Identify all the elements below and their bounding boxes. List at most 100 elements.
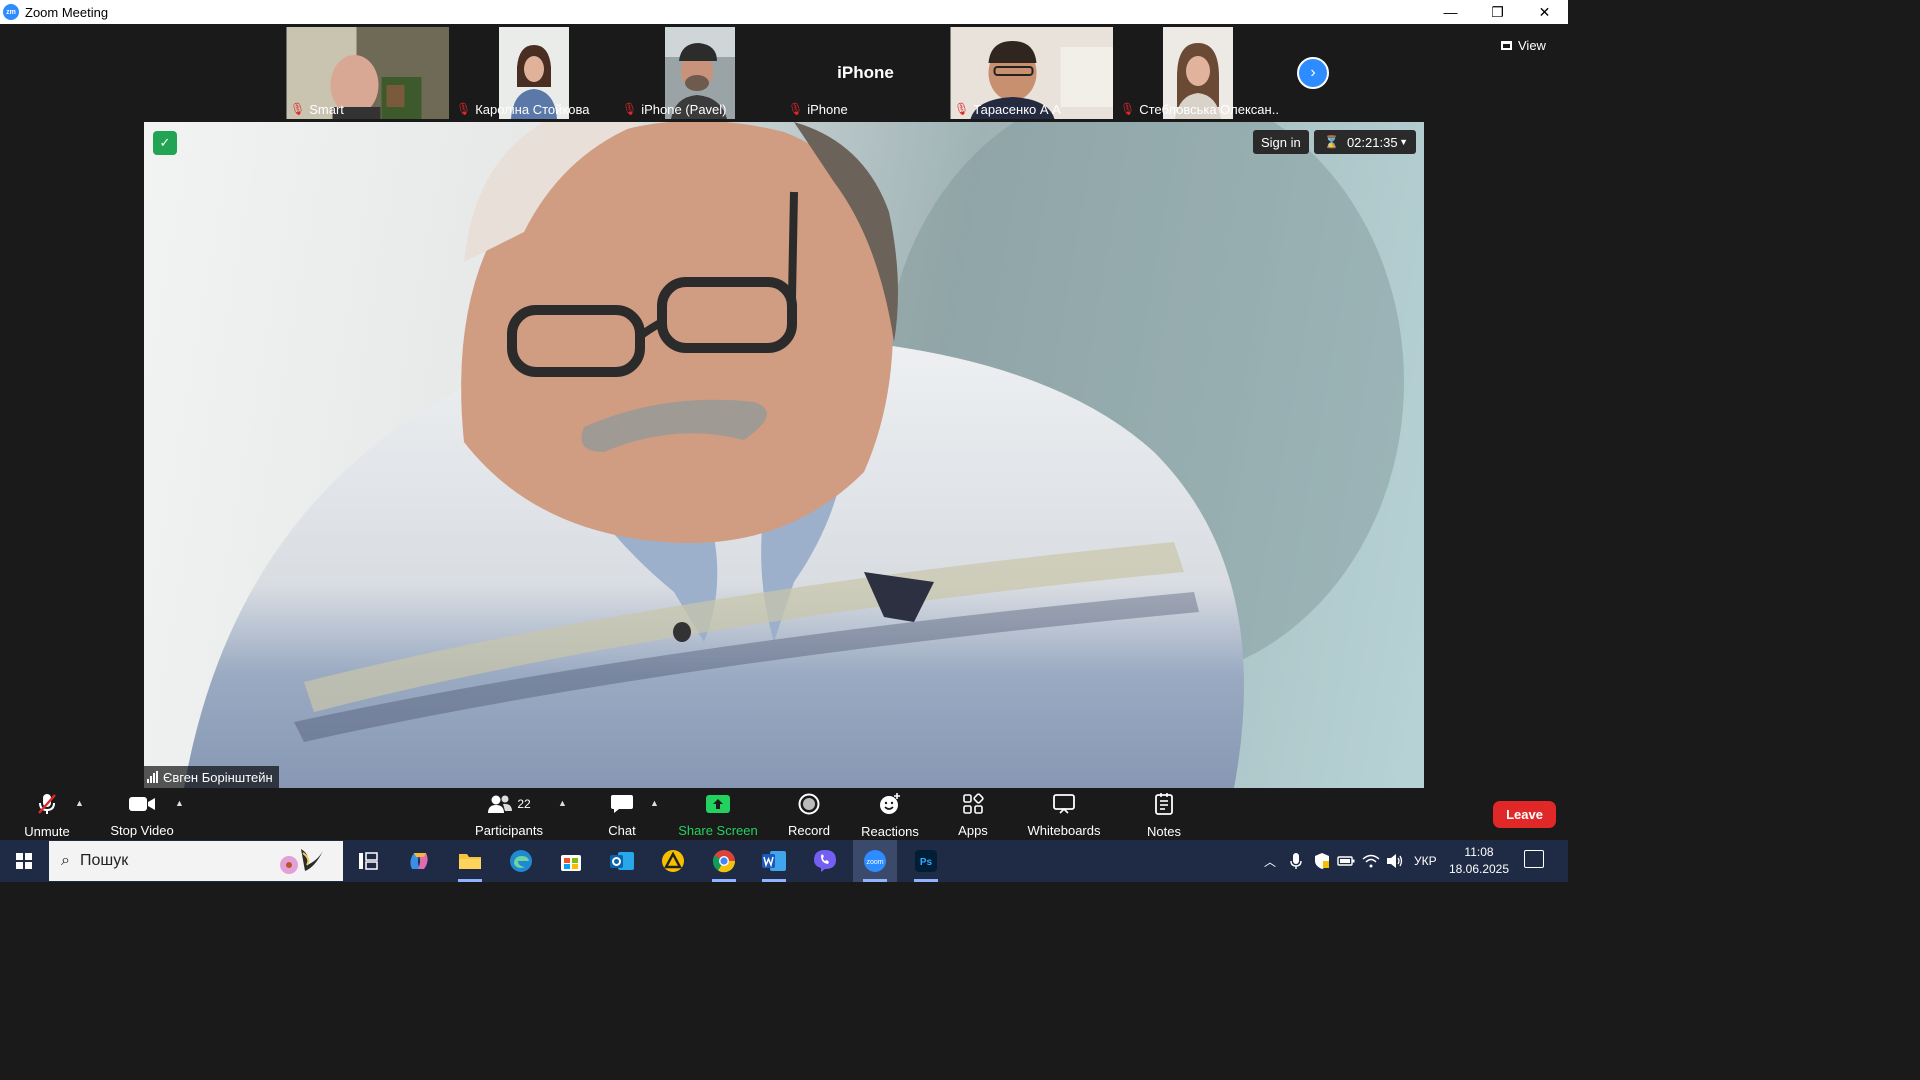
participant-tile[interactable]: 🎙 Тарасенко А А xyxy=(950,27,1113,119)
active-indicator xyxy=(712,879,736,882)
apps-button[interactable]: Apps xyxy=(954,792,992,838)
folder-icon xyxy=(459,854,481,869)
notification-center-icon[interactable] xyxy=(1524,850,1544,868)
copilot-button[interactable] xyxy=(397,840,441,882)
microsoft-store-button[interactable] xyxy=(549,840,593,882)
viber-button[interactable] xyxy=(803,840,847,882)
apps-label: Apps xyxy=(958,823,988,838)
window-controls: — ❐ ✕ xyxy=(1427,0,1568,24)
chevron-up-icon[interactable]: ▲ xyxy=(650,798,659,808)
participant-name-row: 🎙 iPhone (Pavel) xyxy=(618,99,727,119)
participants-button[interactable]: 22 Participants xyxy=(474,792,544,838)
edge-browser-icon xyxy=(510,850,532,872)
taskbar-search[interactable]: ⌕ Пошук xyxy=(49,841,343,881)
windows-taskbar: ⌕ Пошук zoom Ps ︿ УКР 11:08 18.06.2025 xyxy=(0,840,1568,882)
clock-time: 11:08 xyxy=(1464,845,1494,859)
share-screen-icon xyxy=(705,792,731,815)
whiteboards-button[interactable]: Whiteboards xyxy=(1026,792,1102,838)
participant-name-row: 🎙 Smart xyxy=(286,99,344,119)
chevron-up-icon[interactable]: ▲ xyxy=(75,798,84,808)
task-view-button[interactable] xyxy=(346,840,390,882)
show-hidden-icons-button[interactable]: ︿ xyxy=(1264,840,1276,882)
participant-tile[interactable]: 🎙 Стебловська Олексан... xyxy=(1116,27,1279,119)
close-button[interactable]: ✕ xyxy=(1521,0,1568,24)
notes-button[interactable]: Notes xyxy=(1144,792,1184,839)
leave-button[interactable]: Leave xyxy=(1493,801,1556,828)
title-bar: zm Zoom Meeting — ❐ ✕ xyxy=(0,0,1568,24)
view-button[interactable]: View xyxy=(1501,34,1546,56)
participant-tile[interactable]: 🎙 iPhone (Pavel) xyxy=(618,27,781,119)
participant-tile[interactable]: 🎙 Smart xyxy=(286,27,449,119)
share-screen-button[interactable]: Share Screen xyxy=(678,792,758,838)
file-explorer-button[interactable] xyxy=(448,840,492,882)
edge-button[interactable] xyxy=(499,840,543,882)
record-label: Record xyxy=(788,823,830,838)
start-button[interactable] xyxy=(0,840,48,882)
sign-in-button[interactable]: Sign in xyxy=(1253,130,1309,154)
stop-video-button[interactable]: Stop Video xyxy=(108,792,176,838)
active-indicator xyxy=(863,879,887,882)
store-icon xyxy=(561,855,581,871)
triangle-app-button[interactable] xyxy=(651,840,695,882)
minimize-button[interactable]: — xyxy=(1427,0,1474,24)
participant-name-row: 🎙 Стебловська Олексан... xyxy=(1116,99,1279,119)
stop-video-label: Stop Video xyxy=(110,823,174,838)
windows-logo-icon xyxy=(16,853,32,869)
participant-name: iPhone xyxy=(807,101,848,117)
chat-icon xyxy=(610,792,634,815)
participant-name: Тарасенко А А xyxy=(973,101,1061,117)
svg-text:zoom: zoom xyxy=(866,859,883,866)
chevron-right-icon[interactable]: › xyxy=(1297,57,1329,89)
clock-date: 18.06.2025 xyxy=(1448,862,1510,876)
chevron-up-icon: ︿ xyxy=(1264,854,1277,869)
word-icon xyxy=(762,851,786,871)
speaker-name: Євген Борінштейн xyxy=(163,769,273,785)
participant-name-row: 🎙 iPhone xyxy=(784,99,848,119)
unmute-button[interactable]: Unmute xyxy=(20,792,74,839)
zoom-taskbar-button[interactable]: zoom xyxy=(853,840,897,882)
taskbar-clock[interactable]: 11:08 18.06.2025 xyxy=(1448,844,1510,878)
signal-strength-icon xyxy=(147,771,158,783)
microphone-tray-icon[interactable] xyxy=(1290,840,1302,882)
triangle-app-icon xyxy=(662,850,684,872)
record-icon xyxy=(798,792,820,815)
participant-tile[interactable]: iPhone 🎙 iPhone xyxy=(784,27,947,119)
timer-value: 02:21:35 xyxy=(1346,134,1398,150)
outlook-icon xyxy=(610,852,634,870)
restore-button[interactable]: ❐ xyxy=(1474,0,1521,24)
photoshop-button[interactable]: Ps xyxy=(904,840,948,882)
security-shield-tray-icon[interactable] xyxy=(1313,840,1331,882)
shield-check-icon[interactable]: ✓ xyxy=(153,131,177,155)
mic-off-icon: 🎙 xyxy=(954,102,970,116)
record-button[interactable]: Record xyxy=(786,792,832,838)
apps-icon xyxy=(962,792,984,815)
speaker-volume-icon[interactable] xyxy=(1386,840,1404,882)
speaker-video-frame xyxy=(184,122,1404,788)
copilot-icon xyxy=(410,853,428,869)
active-indicator xyxy=(458,879,482,882)
task-view-icon xyxy=(359,852,378,870)
chevron-up-icon[interactable]: ▲ xyxy=(175,798,184,808)
reactions-button[interactable]: Reactions xyxy=(861,792,919,839)
outlook-button[interactable] xyxy=(600,840,644,882)
word-button[interactable] xyxy=(752,840,796,882)
search-icon: ⌕ xyxy=(61,852,70,869)
participant-tile[interactable]: 🎙 Кароліна Стойкова xyxy=(452,27,615,119)
battery-icon[interactable] xyxy=(1337,840,1355,882)
meeting-toolbar: Unmute ▲ Stop Video ▲ 22 Participants ▲ … xyxy=(0,788,1568,840)
chevron-up-icon[interactable]: ▲ xyxy=(558,798,567,808)
photoshop-icon: Ps xyxy=(915,850,937,872)
window-title: Zoom Meeting xyxy=(25,4,109,20)
meeting-area: 🎙 Smart 🎙 Кароліна Стойкова 🎙 iPhone (Pa… xyxy=(0,24,1568,788)
chat-button[interactable]: Chat xyxy=(604,792,640,838)
input-language-indicator[interactable]: УКР xyxy=(1414,840,1437,882)
chevron-down-icon: ▼ xyxy=(1399,137,1408,147)
chat-label: Chat xyxy=(608,823,636,838)
participants-count: 22 xyxy=(517,796,531,811)
meeting-timer[interactable]: ⌛ 02:21:35 ▼ xyxy=(1314,130,1416,154)
chrome-icon xyxy=(712,850,736,873)
view-button-label: View xyxy=(1518,37,1546,53)
chrome-button[interactable] xyxy=(702,840,746,882)
whiteboard-icon xyxy=(1052,792,1076,815)
wifi-icon[interactable] xyxy=(1362,840,1380,882)
